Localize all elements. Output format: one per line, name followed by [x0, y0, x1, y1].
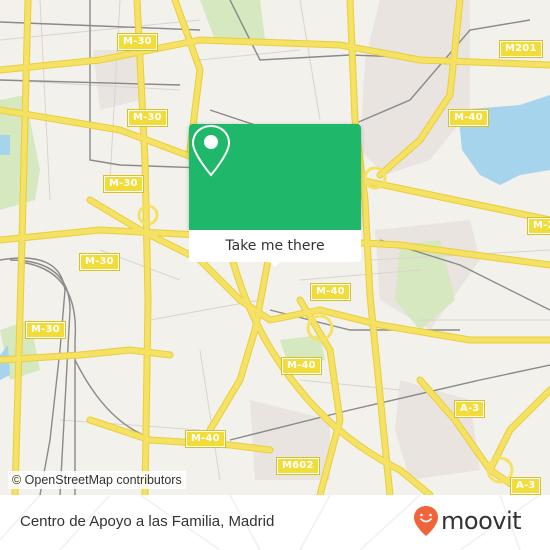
take-me-there-button[interactable]: Take me there: [189, 230, 361, 262]
road-shield-m30: M-30: [103, 175, 144, 193]
moovit-pin-icon: [414, 506, 438, 536]
road-shield-m2: M-2: [527, 217, 550, 235]
road-shield-m40: M-40: [310, 283, 351, 301]
place-name: Centro de Apoyo a las Familia, Madrid: [20, 513, 275, 530]
lake-east: [458, 95, 550, 185]
road-shield-m30: M-30: [79, 253, 120, 271]
road-shield-m30: M-30: [25, 321, 66, 339]
moovit-logo[interactable]: moovit: [413, 505, 522, 537]
road-shield-m40: M-40: [185, 430, 226, 448]
popup-pointer: [268, 260, 282, 267]
road-shield-a3: A-3: [509, 477, 542, 495]
road-shield-m201: M201: [499, 40, 543, 58]
road-shield-m40: M-40: [448, 109, 489, 127]
location-popup: Take me there: [189, 124, 361, 267]
map-pin-icon: [191, 124, 231, 177]
moovit-wordmark: moovit: [441, 507, 522, 535]
map-canvas[interactable]: M-30 M-30 M-30 M-30 M-30 M201 M-40 M-40 …: [0, 0, 550, 495]
pond-west: [0, 135, 10, 155]
road-shield-m30: M-30: [117, 33, 158, 51]
road-shield-a3: A-3: [453, 400, 486, 418]
road-shield-m30: M-30: [127, 109, 168, 127]
footer-bar: Centro de Apoyo a las Familia, Madrid mo…: [0, 495, 550, 550]
road-shield-m40: M-40: [281, 357, 322, 375]
popup-header: [189, 124, 361, 230]
road-shield-m602: M602: [276, 457, 320, 475]
map-attribution[interactable]: © OpenStreetMap contributors: [8, 471, 186, 489]
